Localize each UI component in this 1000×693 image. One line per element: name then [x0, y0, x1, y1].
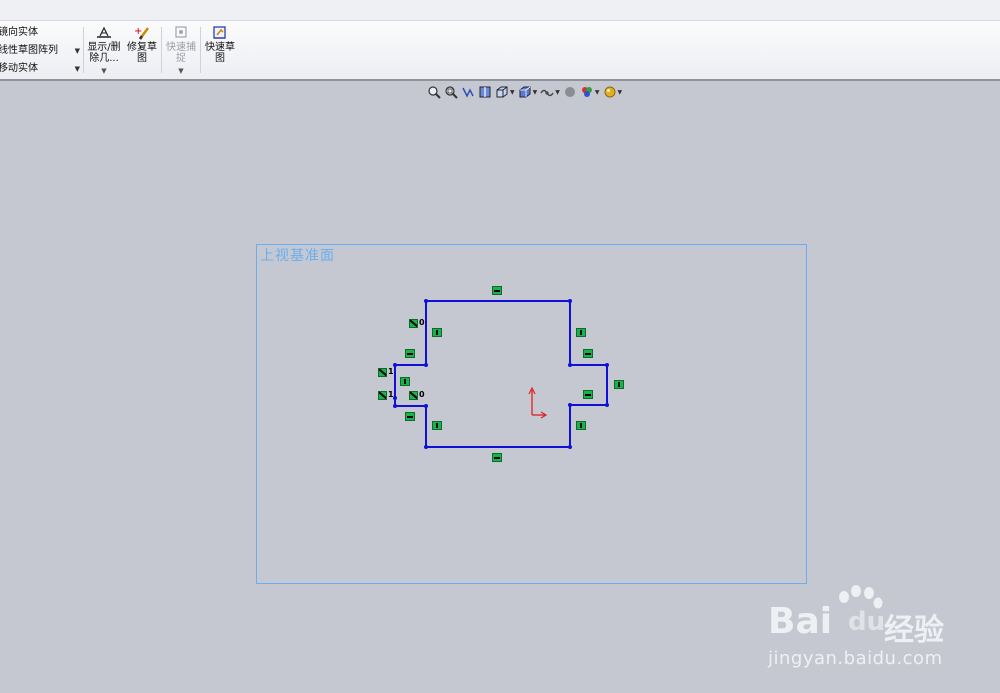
- coincident-relation-marker[interactable]: 0: [409, 390, 425, 400]
- vertical-relation-icon[interactable]: [576, 421, 586, 430]
- horizontal-relation-icon[interactable]: [492, 286, 502, 295]
- coincident-relation-icon: [378, 390, 387, 400]
- coincident-relation-label: 1: [388, 390, 394, 399]
- coincident-relation-icon: [409, 318, 418, 328]
- vertical-relation-icon[interactable]: [400, 377, 410, 386]
- watermark-url: jingyan.baidu.com: [768, 648, 943, 669]
- coincident-relation-icon: [378, 367, 387, 377]
- coincident-relation-marker[interactable]: 1: [378, 367, 394, 377]
- horizontal-relation-icon[interactable]: [583, 390, 593, 399]
- sketch-origin-icon[interactable]: [528, 386, 548, 419]
- horizontal-relation-icon[interactable]: [583, 349, 593, 358]
- vertical-relation-icon[interactable]: [614, 380, 624, 389]
- coincident-relation-marker[interactable]: 1: [378, 390, 394, 400]
- coincident-relation-icon: [409, 390, 418, 400]
- horizontal-relation-icon[interactable]: [405, 412, 415, 421]
- coincident-relation-label: 0: [419, 390, 425, 399]
- horizontal-relation-icon[interactable]: [405, 349, 415, 358]
- vertical-relation-icon[interactable]: [432, 421, 442, 430]
- watermark-brand-right: du: [848, 607, 886, 637]
- vertical-relation-icon[interactable]: [576, 328, 586, 337]
- vertical-relation-icon[interactable]: [432, 328, 442, 337]
- watermark-brand-left: Bai: [768, 601, 833, 642]
- coincident-relation-label: 0: [419, 318, 425, 327]
- coincident-relation-label: 1: [388, 367, 394, 376]
- horizontal-relation-icon[interactable]: [492, 453, 502, 462]
- watermark-brand-cn: 经验: [884, 613, 944, 648]
- coincident-relation-marker[interactable]: 0: [409, 318, 425, 328]
